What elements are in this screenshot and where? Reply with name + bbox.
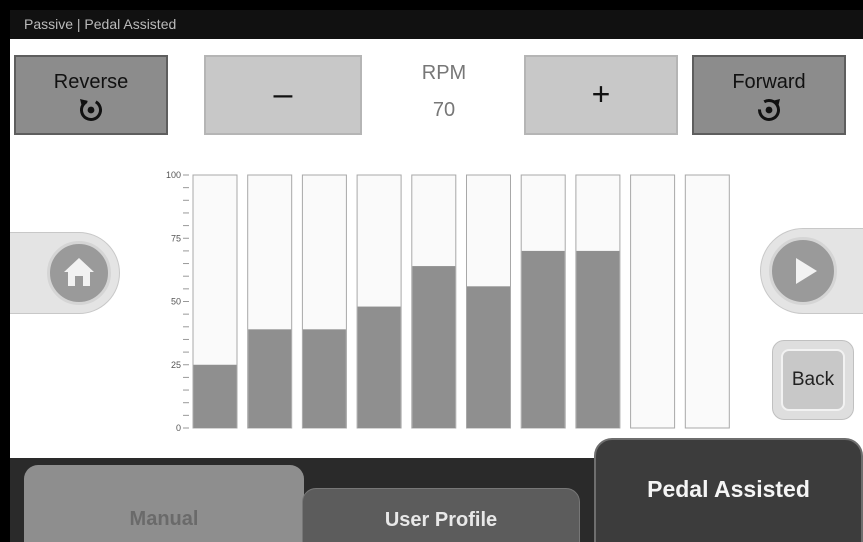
- bar: [576, 250, 620, 428]
- app-window: Passive | Pedal Assisted Reverse – RPM 7…: [10, 10, 863, 542]
- decrease-rpm-button[interactable]: –: [204, 55, 362, 135]
- breadcrumb: Passive | Pedal Assisted: [10, 10, 863, 39]
- rpm-bar-chart: 0 25 50 75 100: [166, 170, 730, 433]
- tab-pedal-assisted[interactable]: Pedal Assisted: [594, 438, 863, 542]
- back-button-label: Back: [781, 349, 845, 411]
- forward-label: Forward: [732, 71, 806, 93]
- play-icon: [796, 258, 817, 284]
- forward-icon: [758, 99, 780, 122]
- reverse-label: Reverse: [53, 71, 129, 93]
- bar: [302, 329, 346, 428]
- rpm-label: RPM: [421, 62, 467, 84]
- rpm-display: RPM 70: [370, 62, 518, 122]
- home-button-circle: [47, 241, 111, 305]
- bar: [357, 306, 401, 428]
- tab-user-profile[interactable]: User Profile: [302, 488, 580, 542]
- y-tick-label: 100: [166, 170, 181, 180]
- bar: [248, 329, 292, 428]
- y-tick-label: 75: [171, 233, 181, 243]
- bar-track: [630, 174, 676, 429]
- bar: [467, 286, 510, 428]
- y-tick-label: 25: [171, 360, 181, 370]
- home-button[interactable]: [10, 232, 120, 314]
- y-tick-label: 50: [171, 297, 181, 307]
- bar-track: [684, 174, 730, 429]
- reverse-icon: [80, 99, 102, 121]
- rpm-value: 70: [432, 99, 456, 121]
- y-tick-label: 0: [176, 423, 181, 433]
- forward-button[interactable]: Forward: [692, 55, 846, 135]
- play-button[interactable]: [760, 228, 863, 314]
- increase-rpm-button[interactable]: +: [524, 55, 678, 135]
- back-button[interactable]: Back: [772, 340, 854, 420]
- bar: [412, 266, 456, 428]
- home-icon: [64, 258, 94, 286]
- play-button-circle: [769, 237, 837, 305]
- bar: [193, 364, 237, 428]
- reverse-button[interactable]: Reverse: [14, 55, 168, 135]
- bar: [521, 250, 565, 428]
- tab-manual[interactable]: Manual: [24, 465, 304, 542]
